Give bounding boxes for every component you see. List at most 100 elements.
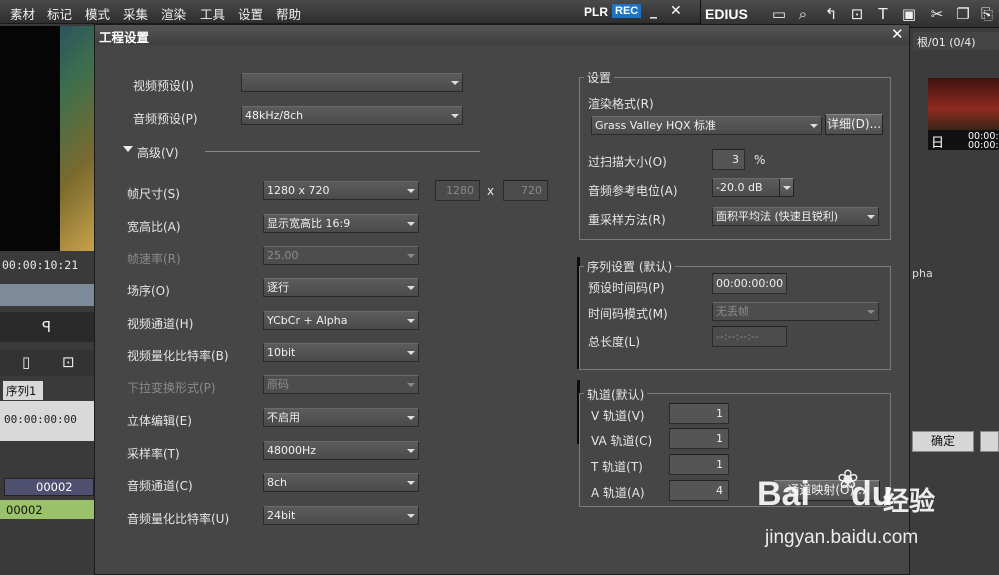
resample-label: 重采样方法(R) [588,213,666,227]
frame-size-label: 帧尺寸(S) [127,187,180,201]
audio-ref-dropdown[interactable] [779,178,794,197]
close-icon[interactable]: ✕ [670,3,682,19]
total-length-field: --:--:--:-- [712,326,787,347]
open-icon[interactable]: ⊡ [62,353,75,371]
expand-triangle-icon[interactable] [123,146,133,152]
menu-clip[interactable]: 素材 [10,4,35,23]
plr-label[interactable]: PLR [584,5,608,19]
sequence-tab[interactable]: 序列1 [3,381,43,400]
ok-button[interactable]: 确定 [912,431,974,452]
up-arrow-icon[interactable]: ↰ [821,4,841,24]
render-format-select[interactable]: Grass Valley HQX 标准 [591,116,822,135]
player-scrubber[interactable] [0,284,94,306]
total-length-label: 总长度(L) [588,335,641,349]
player-preview [0,26,94,251]
chevron-down-icon [407,514,415,518]
chevron-down-icon [867,310,875,314]
monitor-icon[interactable]: ▣ [899,4,919,24]
menu-capture[interactable]: 采集 [123,4,148,23]
overscan-label: 过扫描大小(O) [588,155,667,169]
bin-text: pha [912,267,933,280]
minimize-icon[interactable]: _ [650,3,657,19]
audio-ref-label: 音频参考电位(A) [588,184,678,198]
chevron-down-icon [407,286,415,290]
copy-icon[interactable]: ❐ [953,4,973,24]
video-channel-label: 视频通道(H) [127,317,194,331]
video-preset-select[interactable] [241,73,463,92]
overscan-field[interactable]: 3 [712,149,745,170]
dialog-close-icon[interactable]: ✕ [891,25,904,43]
audio-preset-select[interactable]: 48kHz/8ch [241,106,463,125]
chevron-down-icon [407,189,415,193]
chevron-down-icon [407,481,415,485]
advanced-toggle[interactable]: 高级(V) [137,144,179,161]
title-icon[interactable]: T [873,4,893,24]
dialog-title: 工程设置 [99,30,150,45]
video-channel-select[interactable]: YCbCr + Alpha [263,311,419,330]
aspect-select[interactable]: 显示宽高比 16:9 [263,214,419,233]
overscan-unit: % [754,153,766,167]
frame-height-field: 720 [503,180,548,201]
menu-render[interactable]: 渲染 [161,4,186,23]
settings-group-title: 设置 [584,69,615,86]
menu-help[interactable]: 帮助 [276,4,301,23]
timeline-toolbar: ▯ ⊡ [0,350,94,376]
a-track-field[interactable]: 4 [669,480,729,501]
folder-icon[interactable]: ▭ [769,4,789,24]
rec-label[interactable]: REC [612,4,642,18]
clip-label: 00002 [6,503,43,517]
audio-channel-select[interactable]: 8ch [263,473,419,492]
watermark-bai: Bai [757,475,810,513]
menu-tools[interactable]: 工具 [200,4,225,23]
chevron-down-icon [407,319,415,323]
preset-tc-field[interactable]: 00:00:00:00 [712,273,787,294]
audio-preset-label: 音频预设(P) [133,112,198,126]
new-file-icon[interactable]: ▯ [22,353,30,371]
stereo-edit-select[interactable]: 不启用 [263,408,419,427]
menu-marker[interactable]: 标记 [47,4,72,23]
secondary-button[interactable] [980,431,999,452]
chevron-down-icon [407,254,415,258]
v-track-label: V 轨道(V) [591,409,645,423]
dialog-titlebar: 工程设置 ✕ [95,25,909,45]
video-bitdepth-label: 视频量化比特率(B) [127,349,229,363]
chevron-down-icon [407,416,415,420]
audio-bitdepth-select[interactable]: 24bit [263,506,419,525]
va-track-label: VA 轨道(C) [591,434,653,448]
v-track-field[interactable]: 1 [669,403,729,424]
new-folder-icon[interactable]: ⊡ [847,4,867,24]
paste-icon[interactable]: ⎘ [977,4,997,24]
chevron-down-icon [867,215,875,219]
video-bitdepth-select[interactable]: 10bit [263,343,419,362]
search-icon[interactable]: ⌕ [793,4,813,24]
clip-thumbnail[interactable] [928,78,999,130]
cut-icon[interactable]: ✂ [927,4,947,24]
chevron-down-icon [407,383,415,387]
chevron-down-icon [810,124,818,128]
audio-ref-field[interactable]: -20.0 dB [712,178,780,197]
resample-select[interactable]: 面积平均法 (快速且锐利) [712,207,879,226]
frame-size-select[interactable]: 1280 x 720 [263,181,419,200]
preset-tc-label: 预设时间码(P) [588,281,665,295]
field-order-select[interactable]: 逐行 [263,278,419,297]
frame-rate-label: 帧速率(R) [127,252,181,266]
tc-mode-select: 无丢帧 [712,302,879,321]
bin-title: 根/01 (0/4) [913,32,999,50]
t-track-field[interactable]: 1 [669,454,729,475]
watermark-url: jingyan.baidu.com [765,527,919,548]
pulldown-select: 原码 [263,375,419,394]
detail-button[interactable]: 详细(D)... [825,114,883,135]
sample-rate-select[interactable]: 48000Hz [263,441,419,460]
menu-mode[interactable]: 模式 [85,4,110,23]
aspect-label: 宽高比(A) [127,220,181,234]
marker-icon[interactable]: ꟼ [42,318,51,336]
thumbnail-tc2: 00:00:2 [968,140,999,151]
render-format-label: 渲染格式(R) [588,97,654,111]
menu-settings[interactable]: 设置 [238,4,263,23]
a-track-label: A 轨道(A) [591,486,645,500]
chevron-down-icon [407,449,415,453]
watermark-jingyan: 经验 [883,487,936,517]
audio-channel-label: 音频通道(C) [127,479,193,493]
frame-rate-select: 25.00 [263,246,419,265]
va-track-field[interactable]: 1 [669,428,729,449]
